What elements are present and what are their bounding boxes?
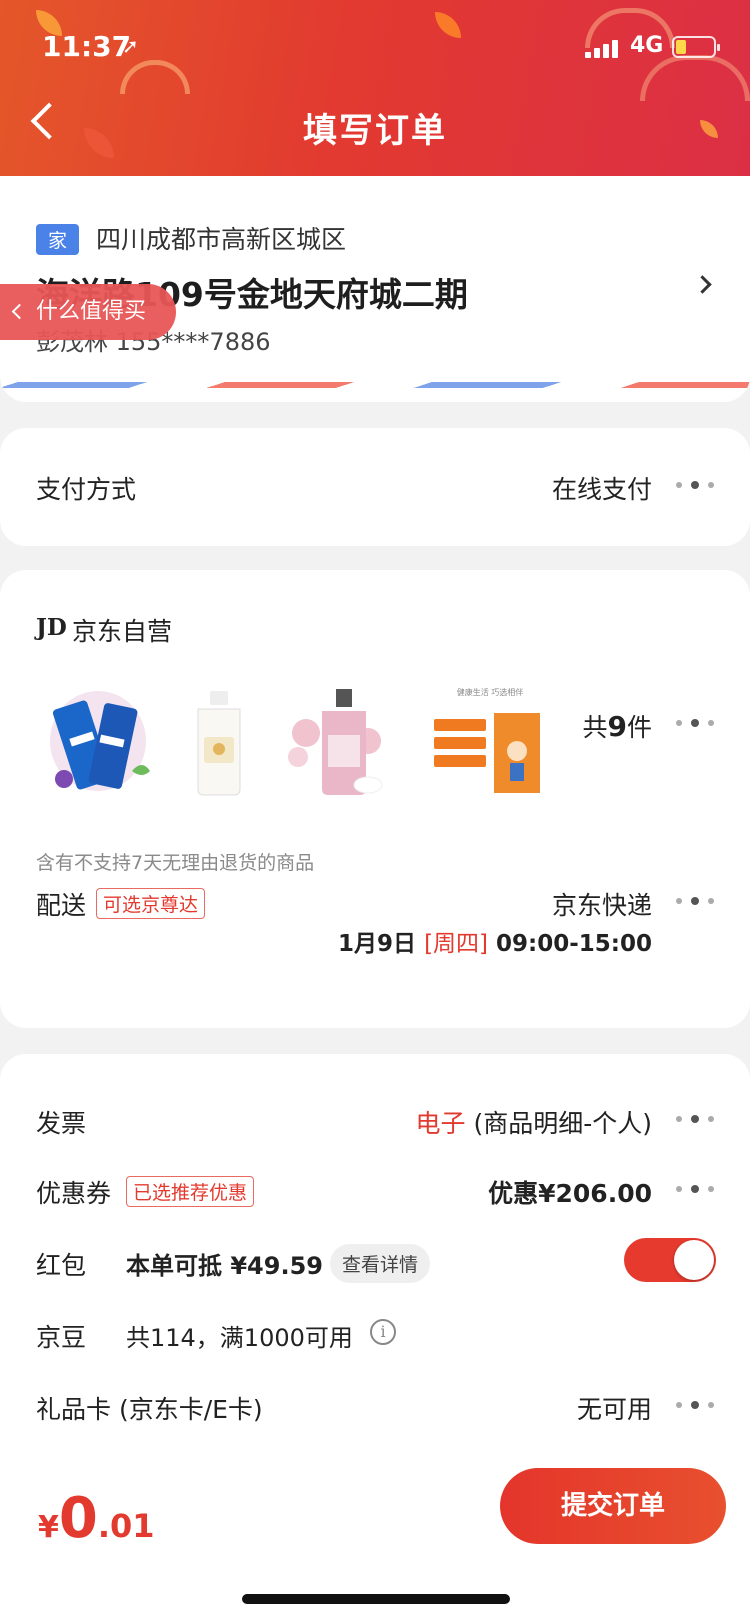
delivery-carrier: 京东快递 [551,891,652,920]
bottom-bar: ¥0.01 提交订单 [0,1452,750,1624]
jd-beans-text: 共114，满1000可用 [126,1324,353,1352]
product-image-toothpaste[interactable] [40,685,156,801]
more-icon[interactable] [676,1114,714,1124]
chevron-right-icon [693,275,712,294]
envelope-stripe [0,382,750,388]
delivery-tag[interactable]: 可选京尊达 [96,888,206,919]
coupon-tag: 已选推荐优惠 [126,1176,255,1207]
header: 11:37 ➚ 4G 填写订单 [0,0,750,176]
product-card-text: 健康生活 巧选相伴 [457,687,524,697]
float-button-label: 什么值得买 [36,299,147,324]
return-policy-note: 含有不支持7天无理由退货的商品 [36,852,315,874]
more-icon[interactable] [676,718,714,728]
more-icon[interactable] [676,1400,714,1410]
shop-card: JD 京东自营 健康生活 巧选相伴 共9件 含有不支持7天无理由退货的商品 配送… [0,570,750,1028]
status-bar: 11:37 ➚ 4G [0,28,750,68]
red-packet-text: 本单可抵 ¥49.59 [126,1252,323,1280]
submit-order-button[interactable]: 提交订单 [500,1468,726,1544]
shop-name: 京东自营 [72,617,173,646]
more-icon[interactable] [676,480,714,490]
total-price: ¥0.01 [38,1486,155,1551]
red-packet-label: 红包 [36,1251,87,1280]
jd-logo: JD [36,614,67,641]
view-details-button[interactable]: 查看详情 [330,1244,431,1283]
more-icon[interactable] [676,896,714,906]
network-label: 4G [630,33,664,58]
fees-card: 发票 电子 (商品明细-个人) 优惠券 已选推荐优惠 优惠¥206.00 红包 … [0,1054,750,1474]
more-icon[interactable] [676,1184,714,1194]
signal-icon [585,40,621,58]
product-count: 共9件 [582,710,652,743]
coupon-label: 优惠券 [36,1179,112,1208]
gift-card-value: 无可用 [576,1395,652,1424]
jd-beans-label: 京豆 [36,1323,87,1352]
payment-label: 支付方式 [36,475,137,504]
payment-card[interactable]: 支付方式 在线支付 [0,428,750,546]
coupon-value[interactable]: 优惠¥206.00 [488,1174,652,1210]
address-tag: 家 [36,224,80,255]
chevron-left-icon [11,303,28,320]
product-image-mouthwash[interactable] [158,685,274,801]
smzdm-float-button[interactable]: 什么值得买 [0,284,176,340]
gift-card-label: 礼品卡 (京东卡/E卡) [36,1395,263,1424]
delivery-label: 配送 [36,891,87,920]
page-title: 填写订单 [303,111,447,151]
invoice-label: 发票 [36,1109,87,1138]
delivery-time[interactable]: 1月9日 [周四] 09:00-15:00 [338,924,652,958]
location-arrow-icon: ➚ [122,34,139,58]
battery-icon [672,36,720,58]
product-image-shower-gel[interactable] [276,685,392,801]
info-icon[interactable]: i [370,1319,396,1345]
address-region: 四川成都市高新区城区 [96,225,347,254]
payment-value: 在线支付 [551,475,652,504]
invoice-value[interactable]: 电子 (商品明细-个人) [416,1104,653,1140]
product-image-health-book[interactable]: 健康生活 巧选相伴 [430,685,550,801]
status-time: 11:37 [42,30,132,63]
red-packet-toggle[interactable] [624,1238,716,1282]
home-indicator[interactable] [242,1594,510,1604]
